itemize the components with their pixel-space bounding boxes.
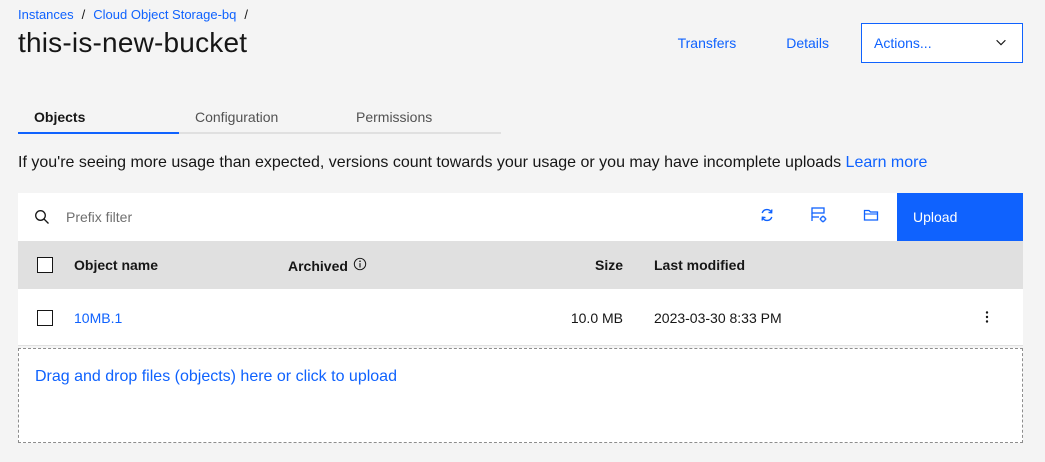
- chevron-down-icon: [994, 35, 1008, 52]
- objects-toolbar: Upload: [18, 193, 1023, 241]
- object-name-link[interactable]: 10MB.1: [74, 310, 122, 326]
- transfers-link[interactable]: Transfers: [654, 23, 763, 63]
- table-row: 10MB.1 10.0 MB 2023-03-30 8:33 PM: [18, 289, 1023, 346]
- upload-button[interactable]: Upload: [897, 193, 1023, 241]
- table-header: Object name Archived Size Last modified: [18, 241, 1023, 289]
- row-overflow-menu-button[interactable]: [979, 308, 995, 328]
- tab-list: Objects Configuration Permissions: [18, 98, 501, 134]
- object-size: 10.0 MB: [570, 310, 623, 326]
- column-size[interactable]: Size: [595, 257, 623, 273]
- column-archived-label: Archived: [288, 257, 348, 274]
- breadcrumb-instances[interactable]: Instances: [18, 7, 74, 22]
- prefix-filter-input[interactable]: [66, 209, 741, 225]
- usage-notice-text: If you're seeing more usage than expecte…: [18, 154, 842, 171]
- breadcrumb-separator: /: [81, 7, 86, 22]
- page-title: this-is-new-bucket: [18, 27, 248, 58]
- actions-dropdown-label: Actions...: [874, 35, 932, 51]
- actions-dropdown[interactable]: Actions...: [861, 23, 1023, 63]
- select-all-checkbox[interactable]: [37, 257, 53, 273]
- learn-more-link[interactable]: Learn more: [846, 154, 928, 171]
- tab-configuration[interactable]: Configuration: [179, 98, 340, 134]
- refresh-icon: [758, 206, 776, 229]
- search-icon: [18, 209, 66, 225]
- details-link[interactable]: Details: [762, 23, 853, 63]
- breadcrumb-cloud-object-storage[interactable]: Cloud Object Storage-bq: [93, 7, 236, 22]
- usage-notice: If you're seeing more usage than expecte…: [18, 154, 927, 172]
- column-object-name[interactable]: Object name: [74, 257, 158, 273]
- column-archived: Archived: [288, 257, 367, 274]
- column-last-modified[interactable]: Last modified: [654, 257, 745, 273]
- header-actions: Transfers Details Actions...: [654, 23, 1023, 63]
- dropzone-text[interactable]: Drag and drop files (objects) here or cl…: [35, 368, 397, 386]
- folder-icon: [862, 206, 880, 229]
- settings-view-icon: [810, 206, 828, 229]
- upload-dropzone[interactable]: Drag and drop files (objects) here or cl…: [18, 348, 1023, 443]
- tab-objects[interactable]: Objects: [18, 98, 179, 134]
- new-folder-button[interactable]: [845, 193, 897, 241]
- breadcrumb-separator: /: [244, 7, 248, 22]
- overflow-menu-icon: [979, 309, 995, 328]
- tab-permissions[interactable]: Permissions: [340, 98, 501, 134]
- object-last-modified: 2023-03-30 8:33 PM: [654, 310, 782, 326]
- view-settings-button[interactable]: [793, 193, 845, 241]
- info-icon[interactable]: [353, 257, 367, 274]
- breadcrumb: Instances / Cloud Object Storage-bq /: [18, 7, 248, 22]
- refresh-button[interactable]: [741, 193, 793, 241]
- row-checkbox[interactable]: [37, 310, 53, 326]
